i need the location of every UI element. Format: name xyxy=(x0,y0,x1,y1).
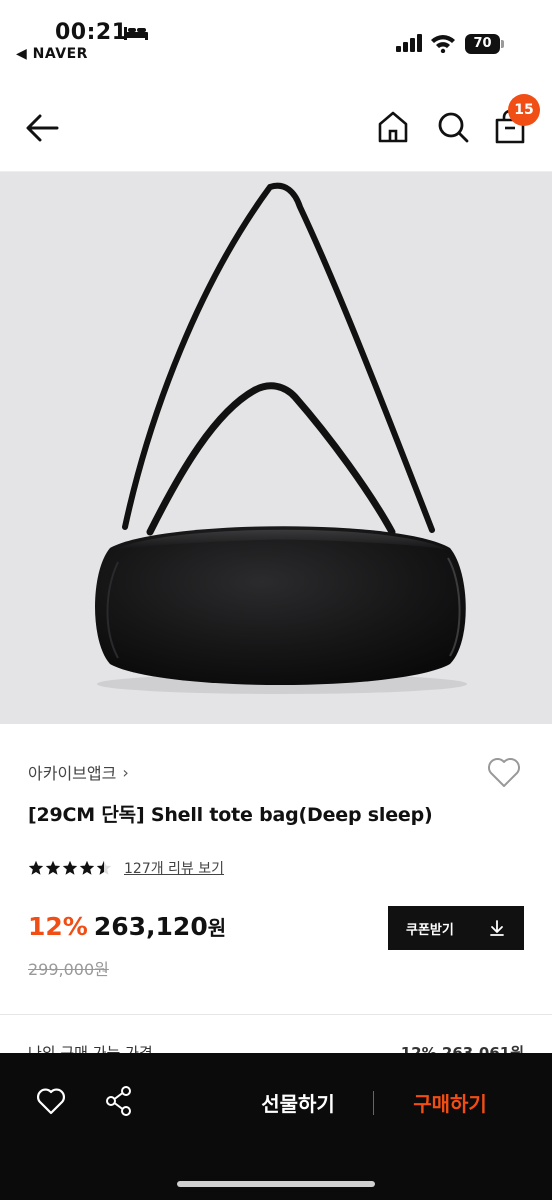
star-full-icon xyxy=(45,860,61,875)
star-full-icon xyxy=(62,860,78,875)
original-price: 299,000원 xyxy=(28,960,109,979)
home-icon[interactable] xyxy=(376,110,410,144)
star-half-icon xyxy=(96,860,112,875)
buy-button[interactable]: 구매하기 xyxy=(392,1087,508,1117)
star-full-icon xyxy=(79,860,95,875)
product-image[interactable] xyxy=(0,172,552,724)
price-row: 12% 263,120 원 xyxy=(28,912,226,941)
back-arrow-icon[interactable] xyxy=(24,110,60,146)
coupon-button-label: 쿠폰받기 xyxy=(406,922,454,938)
search-icon[interactable] xyxy=(436,110,470,144)
gift-button[interactable]: 선물하기 xyxy=(240,1087,356,1117)
cart-count-badge[interactable]: 15 xyxy=(508,94,540,126)
battery-indicator: 70 xyxy=(465,34,505,54)
price-unit: 원 xyxy=(207,916,227,940)
brand-name: 아카이브앱크 xyxy=(28,764,117,783)
download-icon xyxy=(490,920,504,936)
battery-cap xyxy=(501,40,504,48)
sale-price: 263,120 xyxy=(93,912,208,941)
product-title: [29CM 단독] Shell tote bag(Deep sleep) xyxy=(28,804,433,826)
share-icon[interactable] xyxy=(104,1085,134,1117)
reviews-link[interactable]: 127개 리뷰 보기 xyxy=(124,858,224,878)
wishlist-heart-icon[interactable] xyxy=(486,756,522,788)
chevron-right-icon: › xyxy=(122,762,129,782)
get-coupon-button[interactable]: 쿠폰받기 xyxy=(388,906,524,950)
star-rating xyxy=(28,860,112,876)
rating-row: 127개 리뷰 보기 xyxy=(28,858,224,878)
wifi-icon xyxy=(431,35,455,53)
status-bar: 00:21 ◀ NAVER 70 xyxy=(0,0,552,80)
cellular-signal-icon xyxy=(396,34,422,52)
discount-rate: 12% xyxy=(28,912,88,941)
home-indicator[interactable] xyxy=(177,1181,375,1187)
back-to-app-link[interactable]: ◀ NAVER xyxy=(16,46,88,62)
top-navigation-bar: 15 xyxy=(0,80,552,172)
heart-icon[interactable] xyxy=(36,1087,66,1115)
brand-link[interactable]: 아카이브앱크 › xyxy=(28,760,129,784)
button-separator xyxy=(373,1091,374,1115)
battery-level: 70 xyxy=(465,34,500,54)
shell-tote-bag-illustration xyxy=(95,182,467,694)
sleep-mode-icon xyxy=(124,27,148,40)
star-full-icon xyxy=(28,860,44,875)
section-divider xyxy=(0,1014,552,1015)
bottom-action-bar: 선물하기 구매하기 xyxy=(0,1053,552,1200)
clock: 00:21 xyxy=(55,20,128,45)
